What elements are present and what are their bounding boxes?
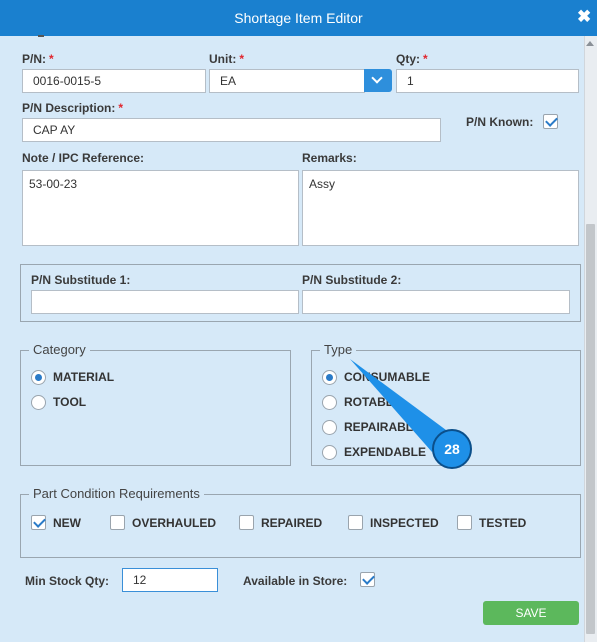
pn-description-input[interactable]: CAP AY: [22, 118, 441, 142]
category-material-radio[interactable]: [31, 370, 46, 385]
scroll-up-icon[interactable]: [586, 41, 594, 46]
condition-inspected-label[interactable]: INSPECTED: [370, 516, 439, 530]
callout-number: 28: [444, 441, 460, 457]
save-button[interactable]: SAVE: [483, 601, 579, 625]
available-in-store-label: Available in Store:: [243, 574, 348, 588]
min-stock-qty-input[interactable]: 12: [122, 568, 218, 592]
unit-dropdown-button[interactable]: [364, 69, 392, 92]
condition-new-label[interactable]: NEW: [53, 516, 81, 530]
type-consumable-radio[interactable]: [322, 370, 337, 385]
pn-input[interactable]: 0016-0015-5: [22, 69, 206, 93]
condition-repaired-label[interactable]: REPAIRED: [261, 516, 322, 530]
remarks-textarea[interactable]: Assy: [302, 170, 579, 246]
type-rotable-label[interactable]: ROTABLE: [344, 395, 401, 409]
note-ipc-textarea[interactable]: 53-00-23: [22, 170, 299, 246]
pn-substitute-2-label: P/N Substitude 2:: [302, 273, 402, 287]
condition-tested-checkbox[interactable]: [457, 515, 472, 530]
available-in-store-checkbox[interactable]: [360, 572, 375, 587]
unit-label: Unit: *: [209, 52, 244, 66]
pn-substitute-1-label: P/N Substitude 1:: [31, 273, 131, 287]
scrollbar-thumb[interactable]: [586, 224, 595, 634]
pn-substitute-1-input[interactable]: [31, 290, 299, 314]
part-condition-legend: Part Condition Requirements: [29, 486, 204, 501]
category-legend: Category: [29, 342, 90, 357]
unit-select[interactable]: EA: [209, 69, 365, 93]
qty-input[interactable]: 1: [396, 69, 579, 93]
chevron-down-icon: [371, 72, 383, 84]
remarks-label: Remarks:: [302, 151, 357, 165]
type-expendable-radio[interactable]: [322, 445, 337, 460]
min-stock-qty-label: Min Stock Qty:: [25, 574, 110, 588]
condition-inspected-checkbox[interactable]: [348, 515, 363, 530]
category-tool-radio[interactable]: [31, 395, 46, 410]
pn-known-checkbox[interactable]: [543, 114, 558, 129]
condition-overhauled-label[interactable]: OVERHAULED: [132, 516, 216, 530]
close-icon[interactable]: ✖: [577, 7, 591, 27]
pn-known-label: P/N Known:: [466, 115, 534, 129]
condition-overhauled-checkbox[interactable]: [110, 515, 125, 530]
partially-hidden-element: [38, 35, 44, 37]
pn-description-label: P/N Description: *: [22, 101, 124, 115]
category-material-label[interactable]: MATERIAL: [53, 370, 114, 384]
type-consumable-label[interactable]: CONSUMABLE: [344, 370, 430, 384]
note-ipc-label: Note / IPC Reference:: [22, 151, 145, 165]
type-expendable-label[interactable]: EXPENDABLE: [344, 445, 426, 459]
type-repairable-radio[interactable]: [322, 420, 337, 435]
condition-repaired-checkbox[interactable]: [239, 515, 254, 530]
dialog-title: Shortage Item Editor: [234, 10, 363, 26]
type-repairable-label[interactable]: REPAIRABLE: [344, 420, 421, 434]
condition-new-checkbox[interactable]: [31, 515, 46, 530]
condition-tested-label[interactable]: TESTED: [479, 516, 526, 530]
type-rotable-radio[interactable]: [322, 395, 337, 410]
category-tool-label[interactable]: TOOL: [53, 395, 86, 409]
dialog-titlebar: Shortage Item Editor ✖: [0, 0, 597, 36]
qty-label: Qty: *: [396, 52, 428, 66]
type-legend: Type: [320, 342, 357, 357]
pn-substitute-2-input[interactable]: [302, 290, 570, 314]
pn-label: P/N: *: [22, 52, 54, 66]
